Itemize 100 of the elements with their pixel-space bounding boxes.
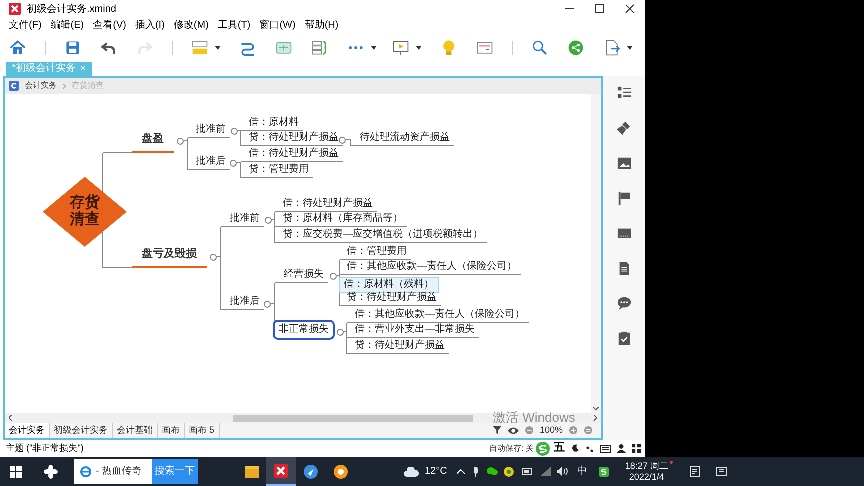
entry-topic[interactable]: 贷：应交税费—应交增值税（进项税额转出）: [279, 229, 487, 243]
subtopic[interactable]: 批准前: [226, 213, 264, 227]
caret-icon[interactable]: [416, 46, 422, 50]
connector-line: [270, 282, 280, 336]
menu-item[interactable]: 工具(T): [218, 18, 251, 33]
scroll-right-icon[interactable]: [593, 415, 597, 421]
keyboard-icon[interactable]: [600, 444, 611, 452]
sheet-tab[interactable]: 会计实务: [5, 423, 50, 438]
fit-icon[interactable]: [584, 426, 593, 435]
collapse-toggle[interactable]: [230, 128, 238, 134]
punctuation-icon[interactable]: [586, 444, 594, 452]
zoom-in-icon[interactable]: [569, 426, 578, 435]
collapse-toggle[interactable]: [230, 160, 236, 166]
chevron-up-icon[interactable]: [457, 469, 466, 474]
ime-logo-icon[interactable]: [536, 442, 550, 456]
notes-icon[interactable]: [690, 466, 700, 477]
search-icon[interactable]: [531, 38, 549, 56]
vertical-scrollbar[interactable]: [591, 94, 601, 413]
subtopic[interactable]: 批准前: [192, 124, 230, 138]
chat-app-icon[interactable]: [487, 467, 498, 476]
user-icon[interactable]: [617, 444, 626, 453]
entry-topic[interactable]: 贷：待处理财产损益: [351, 340, 449, 354]
collapse-toggle[interactable]: [264, 216, 272, 224]
autosave-status: 自动保存: 关: [490, 442, 534, 454]
menu-item[interactable]: 帮助(H): [304, 18, 339, 33]
clock-time[interactable]: 18:27 周二: [625, 460, 668, 472]
entry-topic[interactable]: 借：管理费用: [343, 246, 411, 260]
ime-tray-icon[interactable]: [599, 466, 610, 476]
microphone-icon[interactable]: [473, 466, 480, 476]
subtopic[interactable]: 经营损失: [280, 269, 328, 283]
collapse-toggle[interactable]: [176, 138, 184, 144]
moon-icon[interactable]: [571, 444, 580, 453]
grid-icon[interactable]: [632, 444, 641, 453]
menu-item[interactable]: 编辑(E): [50, 18, 84, 33]
input-language[interactable]: 中: [577, 464, 588, 479]
caret-icon[interactable]: [371, 46, 377, 50]
subtopic[interactable]: 批准后: [192, 156, 230, 170]
entry-topic[interactable]: 借：营业外支出—非常损失: [351, 324, 479, 338]
entry-topic[interactable]: 借：待处理财产损益: [279, 198, 377, 212]
collapse-toggle[interactable]: [210, 254, 216, 260]
entry-topic[interactable]: 借：其他应收款—责任人（保险公司）: [351, 309, 529, 323]
collapse-toggle[interactable]: [330, 272, 336, 280]
caret-icon[interactable]: [627, 46, 633, 50]
weather-temperature[interactable]: 12°C: [425, 464, 448, 479]
label-icon[interactable]: [616, 226, 632, 241]
menu-item[interactable]: 查看(V): [93, 18, 126, 33]
entry-topic[interactable]: 待处理流动资产损益: [356, 132, 454, 146]
save-icon[interactable]: [64, 38, 82, 56]
flag-icon[interactable]: [616, 191, 632, 206]
scrollbar-thumb[interactable]: [233, 414, 473, 422]
entry-topic[interactable]: 贷：待处理财产损益: [343, 292, 441, 306]
windows-start-icon[interactable]: [10, 466, 22, 478]
subtopic[interactable]: 批准后: [226, 296, 264, 310]
wifi-icon[interactable]: [541, 467, 552, 476]
comment-icon[interactable]: [616, 296, 632, 311]
horizontal-scrollbar[interactable]: [5, 413, 601, 423]
notification-icon[interactable]: [716, 466, 728, 476]
paintbrush-icon[interactable]: [616, 121, 632, 136]
entry-topic[interactable]: 借：原材料（残料）: [339, 277, 439, 293]
entry-topic[interactable]: 贷：原材料（库存商品等）: [279, 213, 407, 227]
image-icon[interactable]: [616, 156, 632, 171]
scroll-down-icon[interactable]: [593, 407, 599, 411]
subtopic[interactable]: 非正常损失: [275, 322, 333, 338]
collapse-toggle[interactable]: [264, 300, 270, 308]
presentation-icon[interactable]: [392, 38, 410, 56]
ime-mode[interactable]: 五: [554, 440, 565, 457]
structure-icon[interactable]: [191, 38, 209, 56]
entry-topic[interactable]: 借：原材料: [245, 117, 303, 131]
filter-icon[interactable]: [492, 426, 502, 435]
collapse-toggle[interactable]: [336, 328, 344, 336]
tray-app-icon[interactable]: [504, 466, 514, 476]
outline-icon[interactable]: [616, 86, 632, 101]
summary-icon[interactable]: [311, 38, 329, 56]
speaker-icon[interactable]: [557, 467, 570, 476]
home-icon[interactable]: [9, 38, 27, 56]
central-topic[interactable]: 存货清查: [43, 177, 127, 247]
xmind-taskbar-icon[interactable]: [266, 457, 296, 486]
eye-icon[interactable]: [508, 426, 519, 434]
main-topic[interactable]: 盘亏及毁损: [132, 248, 207, 268]
fan-icon[interactable]: [44, 464, 58, 478]
battery-icon[interactable]: [522, 468, 534, 475]
caret-icon[interactable]: [215, 46, 221, 50]
entry-topic[interactable]: 借：其他应收款—责任人（保险公司）: [343, 261, 521, 275]
task-icon[interactable]: [616, 331, 632, 346]
taskbar-search-field[interactable]: - 热血传奇: [74, 459, 152, 484]
menu-item[interactable]: 修改(M): [174, 18, 209, 33]
menu-item[interactable]: 文件(F): [9, 18, 42, 33]
export-icon[interactable]: [603, 38, 621, 56]
entry-topic[interactable]: 借：待处理财产损益: [245, 148, 343, 162]
cloud-icon[interactable]: [404, 466, 419, 476]
menu-item[interactable]: 插入(I): [135, 18, 165, 33]
clock-date[interactable]: 2022/1/4: [629, 472, 664, 482]
entry-topic[interactable]: 贷：管理费用: [245, 164, 313, 178]
scroll-left-icon[interactable]: [9, 415, 13, 421]
share-icon[interactable]: [567, 38, 585, 56]
menu-item[interactable]: 窗口(W): [260, 18, 296, 33]
zoom-out-icon[interactable]: [524, 426, 534, 435]
breadcrumb-item[interactable]: 会计实务: [25, 80, 57, 92]
main-topic[interactable]: 盘盈: [132, 133, 174, 153]
collapse-toggle[interactable]: [338, 136, 346, 144]
